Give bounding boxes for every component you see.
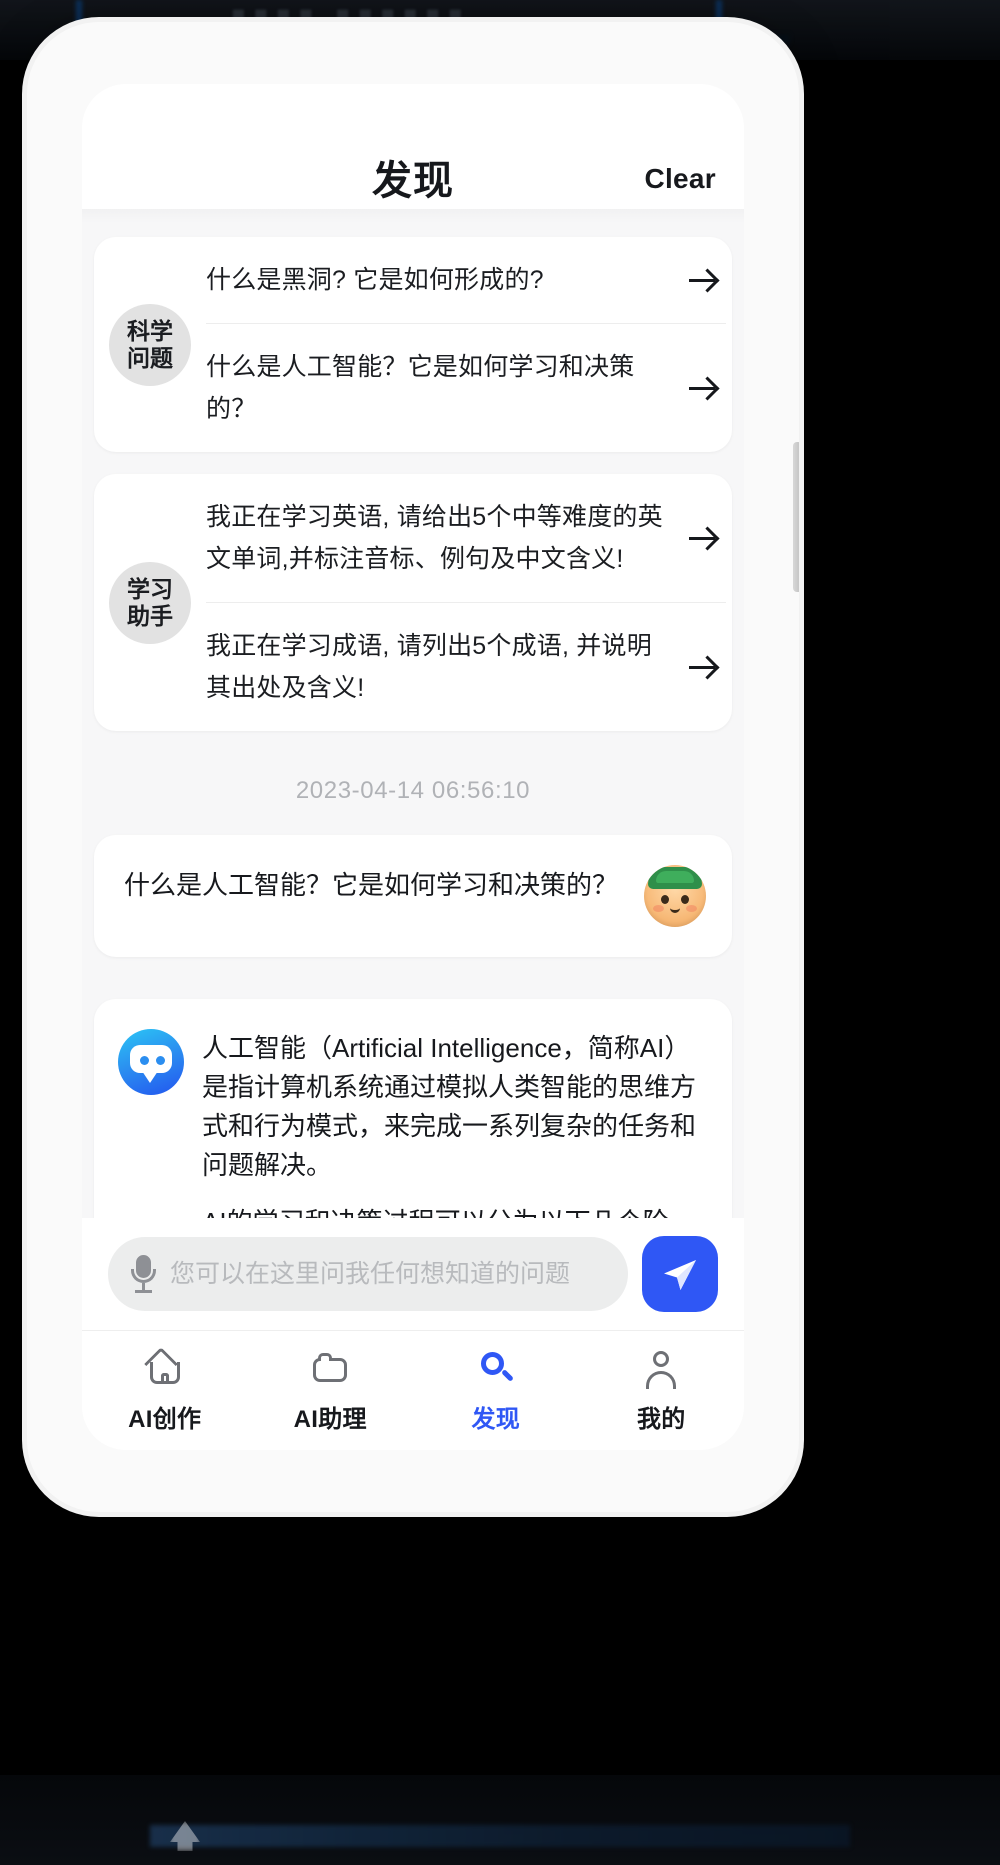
phone-device-frame: 发现 Clear 科学 问题 什么是黑洞? 它是如何形成的? 什么是人工智能？它… (27, 22, 799, 1512)
arrow-right-icon[interactable] (686, 263, 720, 297)
bot-message-text: 人工智能（Artificial Intelligence，简称AI）是指计算机系… (202, 1029, 708, 1218)
arrow-right-icon[interactable] (686, 521, 720, 555)
bot-avatar-chat-icon (118, 1029, 184, 1095)
badge-line-2: 问题 (127, 344, 173, 371)
search-icon (475, 1347, 517, 1389)
badge-column: 学习 助手 (94, 474, 206, 731)
message-composer (82, 1218, 744, 1330)
suggestion-card-science: 科学 问题 什么是黑洞? 它是如何形成的? 什么是人工智能？它是如何学习和决策的… (94, 237, 732, 452)
send-plane-icon (664, 1260, 696, 1290)
avatar-hair (648, 867, 702, 889)
bot-paragraph-1: 人工智能（Artificial Intelligence，简称AI）是指计算机系… (202, 1033, 697, 1180)
app-header: 发现 Clear (82, 84, 744, 209)
page-title: 发现 (372, 159, 454, 203)
tab-ai-creation[interactable]: AI创作 (82, 1347, 248, 1434)
suggestion-card-study: 学习 助手 我正在学习英语, 请给出5个中等难度的英文单词,并标注音标、例句及中… (94, 474, 732, 731)
tab-label: 我的 (636, 1406, 686, 1433)
bottom-tab-bar: AI创作 AI助理 发现 我的 (82, 1330, 744, 1450)
avatar-eye-left (661, 895, 669, 904)
feed-top-fade (82, 209, 744, 223)
badge-line-1: 学习 (127, 575, 173, 602)
badge-column: 科学 问题 (94, 237, 206, 452)
tab-discover[interactable]: 发现 (413, 1347, 579, 1434)
ghost-taskbar (150, 1825, 850, 1847)
suggestion-item[interactable]: 我正在学习英语, 请给出5个中等难度的英文单词,并标注音标、例句及中文含义! (206, 474, 726, 602)
tab-ai-assistant[interactable]: AI助理 (248, 1347, 414, 1434)
suggestion-text: 什么是人工智能？它是如何学习和决策的？ (206, 353, 635, 423)
conversation-timestamp: 2023-04-14 06:56:10 (295, 777, 531, 804)
send-button[interactable] (642, 1236, 718, 1312)
tab-label: AI助理 (293, 1406, 367, 1433)
user-avatar[interactable] (644, 865, 706, 927)
folder-icon (309, 1347, 351, 1389)
suggestion-rows: 什么是黑洞? 它是如何形成的? 什么是人工智能？它是如何学习和决策的？ (206, 237, 732, 452)
avatar-eye-right (681, 895, 689, 904)
arrow-right-icon[interactable] (686, 650, 720, 684)
device-side-button[interactable] (793, 442, 799, 592)
clear-button[interactable]: Clear (644, 163, 716, 195)
suggestion-item[interactable]: 什么是人工智能？它是如何学习和决策的？ (206, 323, 726, 452)
badge-line-2: 助手 (127, 602, 173, 629)
suggestion-text: 什么是黑洞? 它是如何形成的? (206, 266, 544, 294)
user-message-bubble: 什么是人工智能？它是如何学习和决策的？ (94, 835, 732, 957)
suggestion-text: 我正在学习英语, 请给出5个中等难度的英文单词,并标注音标、例句及中文含义! (206, 503, 663, 573)
phone-screen: 发现 Clear 科学 问题 什么是黑洞? 它是如何形成的? 什么是人工智能？它… (82, 84, 744, 1450)
avatar-mouth (670, 907, 680, 913)
user-message-text: 什么是人工智能？它是如何学习和决策的？ (124, 870, 619, 900)
home-icon (143, 1347, 186, 1389)
discover-feed[interactable]: 科学 问题 什么是黑洞? 它是如何形成的? 什么是人工智能？它是如何学习和决策的… (82, 209, 744, 1218)
suggestion-item[interactable]: 我正在学习成语, 请列出5个成语, 并说明其出处及含义! (206, 602, 726, 731)
person-icon (640, 1347, 682, 1389)
avatar-cheek-right (686, 905, 697, 912)
tab-label: 发现 (471, 1406, 521, 1433)
suggestion-rows: 我正在学习英语, 请给出5个中等难度的英文单词,并标注音标、例句及中文含义! 我… (206, 474, 732, 731)
tab-label: AI创作 (128, 1406, 202, 1433)
category-badge-study: 学习 助手 (109, 561, 191, 644)
bot-paragraph-2: AI的学习和决策过程可以分为以下几个阶 (202, 1203, 708, 1218)
bot-eye-right (156, 1056, 165, 1065)
avatar-cheek-left (653, 905, 664, 912)
search-input-wrapper[interactable] (108, 1237, 628, 1311)
suggestion-text: 我正在学习成语, 请列出5个成语, 并说明其出处及含义! (206, 632, 652, 702)
suggestion-item[interactable]: 什么是黑洞? 它是如何形成的? (206, 237, 726, 323)
arrow-right-icon[interactable] (686, 371, 720, 405)
search-input[interactable] (170, 1259, 606, 1289)
category-badge-science: 科学 问题 (109, 303, 191, 386)
desktop-bleed-bottom (0, 1775, 1000, 1865)
chat-bubble-shape (130, 1045, 172, 1083)
badge-line-1: 科学 (127, 317, 173, 344)
bot-message-bubble: 人工智能（Artificial Intelligence，简称AI）是指计算机系… (94, 999, 732, 1218)
bot-eye-left (140, 1056, 149, 1065)
tab-profile[interactable]: 我的 (579, 1347, 745, 1434)
microphone-icon[interactable] (130, 1252, 156, 1296)
